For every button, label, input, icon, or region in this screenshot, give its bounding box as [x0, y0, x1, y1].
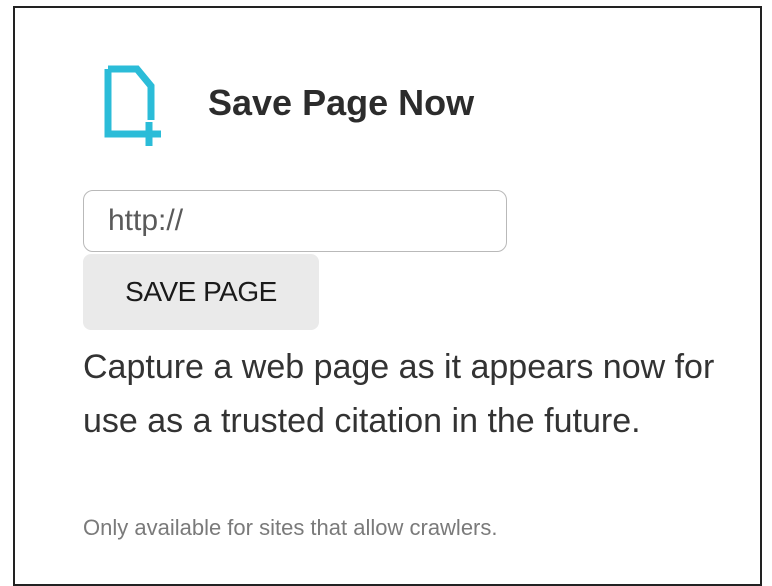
- url-input[interactable]: [83, 190, 507, 252]
- crawler-note: Only available for sites that allow craw…: [83, 515, 498, 540]
- panel-title: Save Page Now: [208, 82, 475, 123]
- description-text: Capture a web page as it appears now for…: [83, 348, 715, 440]
- save-page-button[interactable]: SAVE PAGE: [83, 254, 319, 330]
- document-plus-icon: [104, 65, 161, 146]
